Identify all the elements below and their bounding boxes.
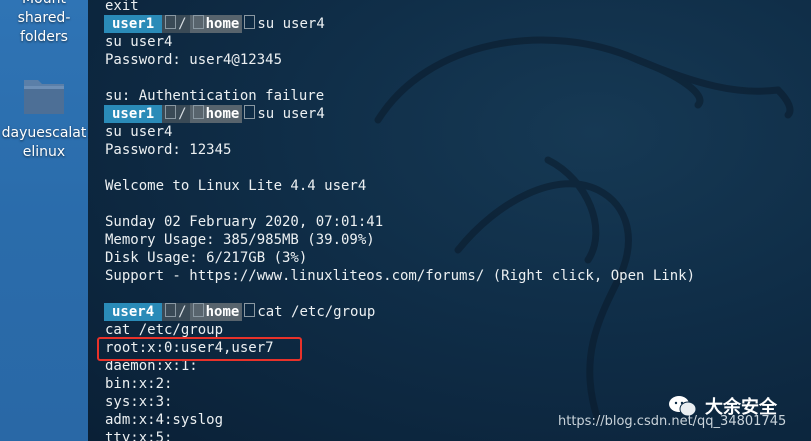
output-line: bin:x:2:	[105, 376, 173, 392]
watermark-url: https://blog.csdn.net/qq_34801745	[558, 414, 787, 429]
separator-glyph-icon	[165, 105, 177, 119]
highlight-box-root-group	[97, 337, 302, 361]
folder-label-line: dayuescalat	[1, 125, 87, 141]
folder-label-line: elinux	[22, 144, 66, 160]
prompt-root: /	[178, 16, 187, 32]
separator-glyph-icon	[244, 15, 256, 29]
desktop-sidebar: Mount shared- folders dayuescalat elinux	[0, 0, 88, 441]
prompt-dir-segment: home	[189, 15, 243, 33]
output-line: Disk Usage: 6/217GB (3%)	[105, 250, 308, 266]
prompt-command: cat /etc/group	[257, 304, 376, 320]
output-line: sys:x:3:	[105, 394, 173, 410]
prompt-user: user1	[104, 15, 163, 33]
separator-glyph-icon	[192, 303, 204, 317]
separator-glyph-icon	[165, 15, 177, 29]
shared-folders-label-line: Mount	[0, 0, 88, 9]
prompt-dir: home	[205, 106, 240, 122]
output-line: Welcome to Linux Lite 4.4 user4	[105, 178, 367, 194]
prompt-line: user1 / home su user4	[104, 105, 695, 123]
separator-glyph-icon	[165, 303, 177, 317]
shared-folders-label-line: shared-	[17, 10, 71, 26]
separator-glyph-icon	[192, 105, 204, 119]
output-line: Sunday 02 February 2020, 07:01:41	[105, 214, 384, 230]
output-line: tty:x:5:	[105, 430, 173, 441]
output-line: Password: user4@12345	[105, 52, 283, 68]
prompt-root: /	[178, 304, 187, 320]
prompt-dir: home	[205, 304, 240, 320]
prompt-line: user1 / home su user4	[104, 15, 695, 33]
shared-folders-shortcut[interactable]: Mount shared- folders	[0, 0, 88, 47]
output-line: su: Authentication failure	[105, 88, 325, 104]
prompt-command: su user4	[257, 16, 325, 32]
prompt-dir-segment: home	[189, 105, 243, 123]
prompt-line: user4 / home cat /etc/group	[104, 303, 695, 321]
prompt-user: user4	[104, 303, 163, 321]
output-line: su user4	[105, 124, 173, 140]
terminal-window[interactable]: exit user1/home su user4 su user4 Password: …	[88, 0, 811, 441]
output-line: Memory Usage: 385/985MB (39.09%)	[105, 232, 375, 248]
prompt-dir-segment: home	[189, 303, 243, 321]
output-line: Support - https://www.linuxliteos.com/fo…	[105, 268, 696, 284]
folder-dayuescalatelinux[interactable]: dayuescalat elinux	[0, 124, 88, 162]
prompt-user: user1	[104, 105, 163, 123]
prompt-dir: home	[205, 16, 240, 32]
output-line: su user4	[105, 34, 173, 50]
prompt-root-segment: /	[162, 105, 190, 123]
prompt-root-segment: /	[162, 15, 190, 33]
output-line: exit	[105, 0, 139, 14]
prompt-root: /	[178, 106, 187, 122]
terminal-output: exit user1/home su user4 su user4 Password: …	[104, 0, 696, 441]
output-line: Password: 12345	[105, 142, 232, 158]
separator-glyph-icon	[192, 15, 204, 29]
shared-folders-label-line: folders	[20, 29, 68, 45]
folder-icon[interactable]	[22, 74, 66, 116]
prompt-root-segment: /	[162, 303, 190, 321]
prompt-command: su user4	[257, 106, 325, 122]
separator-glyph-icon	[244, 105, 256, 119]
separator-glyph-icon	[244, 303, 256, 317]
